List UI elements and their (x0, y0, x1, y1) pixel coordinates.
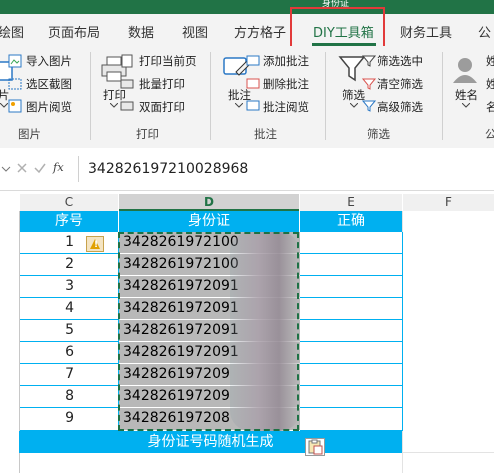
table-row-num[interactable]: 3 (20, 276, 119, 298)
title-bar: 身份证 (0, 0, 494, 14)
group-label-comment: 批注 (254, 127, 277, 141)
table-row-correct[interactable] (300, 232, 403, 254)
formula-input[interactable]: 342826197210028968 (88, 161, 248, 177)
column-header-d[interactable]: D (119, 194, 299, 211)
redaction-blur (230, 232, 300, 431)
group-label-picture: 图片 (18, 127, 41, 141)
name-button[interactable]: 姓名 (455, 87, 478, 103)
tab-draw[interactable]: 绘图 (0, 22, 24, 41)
table-row-correct[interactable] (300, 254, 403, 276)
picture-browse-button[interactable]: 图片阅览 (26, 99, 72, 115)
formula-divider (78, 156, 79, 182)
tab-view[interactable]: 视图 (182, 22, 208, 41)
table-row-num[interactable]: 6 (20, 342, 119, 364)
filter-selected-icon (362, 55, 376, 67)
import-picture-icon (8, 54, 22, 68)
delete-comment-icon (246, 78, 260, 89)
table-row-num[interactable]: 4 (20, 298, 119, 320)
browse-comment-icon (246, 100, 260, 111)
add-comment-button[interactable]: 添加批注 (263, 53, 309, 69)
header-seq[interactable]: 序号 (20, 211, 118, 232)
ribbon-separator (90, 52, 91, 140)
warning-mark: ! (94, 240, 99, 250)
area-screenshot-button[interactable]: 选区截图 (26, 76, 72, 92)
table-row-num[interactable]: 8 (20, 386, 119, 408)
table-row-correct[interactable] (300, 342, 403, 364)
ribbon-separator (210, 52, 211, 140)
advanced-filter-button[interactable]: 高级筛选 (377, 99, 423, 115)
table-row-correct[interactable] (300, 364, 403, 386)
clear-filter-icon (362, 78, 376, 90)
chevron-down-icon[interactable] (0, 163, 14, 175)
table-row-correct[interactable] (300, 408, 403, 431)
table-row-correct[interactable] (300, 320, 403, 342)
batch-print-icon (120, 79, 134, 89)
cancel-icon[interactable] (16, 162, 28, 174)
print-current-page-button[interactable]: 打印当前页 (139, 53, 197, 69)
group-label-filter: 筛选 (367, 127, 390, 141)
tab-page-layout[interactable]: 页面布局 (48, 22, 100, 41)
duplex-print-icon (120, 101, 134, 111)
ribbon-tabs: 绘图 页面布局 数据 视图 方方格子 DIY工具箱 财务工具 公 (0, 14, 494, 47)
table-row-correct[interactable] (300, 298, 403, 320)
clear-filter-button[interactable]: 清空筛选 (377, 76, 423, 92)
screenshot-icon (8, 78, 22, 90)
browse-comment-button[interactable]: 批注阅览 (263, 99, 309, 115)
confirm-icon[interactable] (34, 162, 46, 174)
tab-fangfangezi[interactable]: 方方格子 (234, 22, 286, 41)
clipboard-icon (308, 439, 323, 455)
footer-banner[interactable]: 身份证号码随机生成 (19, 431, 402, 453)
fx-icon[interactable]: fx (53, 160, 64, 174)
duplex-print-button[interactable]: 双面打印 (139, 99, 185, 115)
chevron-down-icon (0, 103, 8, 108)
chevron-down-icon (235, 103, 243, 108)
column-header-e[interactable]: E (300, 194, 402, 211)
table-row-num[interactable]: 5 (20, 320, 119, 342)
chevron-down-icon (462, 103, 470, 108)
chevron-down-icon (110, 103, 118, 108)
table-row-num[interactable]: 1 (20, 232, 119, 254)
error-warning-button[interactable]: ! (86, 236, 104, 252)
picture-browse-icon (8, 99, 22, 113)
table-row-num[interactable]: 7 (20, 364, 119, 386)
name-fragment-2[interactable]: 姓 (486, 76, 494, 92)
delete-comment-button[interactable]: 删除批注 (263, 76, 309, 92)
name-fragment-1[interactable]: 姓 (486, 53, 494, 69)
group-label-print: 打印 (136, 127, 159, 141)
import-picture-button[interactable]: 导入图片 (26, 53, 72, 69)
column-header-f[interactable]: F (403, 194, 494, 211)
add-comment-icon (246, 55, 260, 66)
filter-selected-button[interactable]: 筛选选中 (377, 53, 423, 69)
name-fragment-3[interactable]: 名 (486, 99, 494, 115)
table-row-num[interactable]: 2 (20, 254, 119, 276)
tab-formula-partial[interactable]: 公 (478, 22, 491, 41)
table-row-num[interactable]: 9 (20, 408, 119, 431)
table-row-correct[interactable] (300, 276, 403, 298)
tab-data[interactable]: 数据 (128, 22, 154, 41)
header-correct[interactable]: 正确 (300, 211, 402, 232)
column-header-c[interactable]: C (20, 194, 118, 211)
tab-finance-tools[interactable]: 财务工具 (400, 22, 452, 41)
chevron-down-icon (350, 103, 358, 108)
print-page-icon (121, 54, 133, 68)
person-icon (453, 58, 477, 83)
table-row-correct[interactable] (300, 386, 403, 408)
advanced-filter-icon (362, 100, 376, 112)
paste-options-button[interactable] (305, 438, 325, 456)
group-label-name: 公 (485, 127, 494, 141)
batch-print-button[interactable]: 批量打印 (139, 76, 185, 92)
header-id[interactable]: 身份证 (119, 211, 299, 232)
ribbon-separator (325, 52, 326, 140)
ribbon-separator (442, 52, 443, 140)
